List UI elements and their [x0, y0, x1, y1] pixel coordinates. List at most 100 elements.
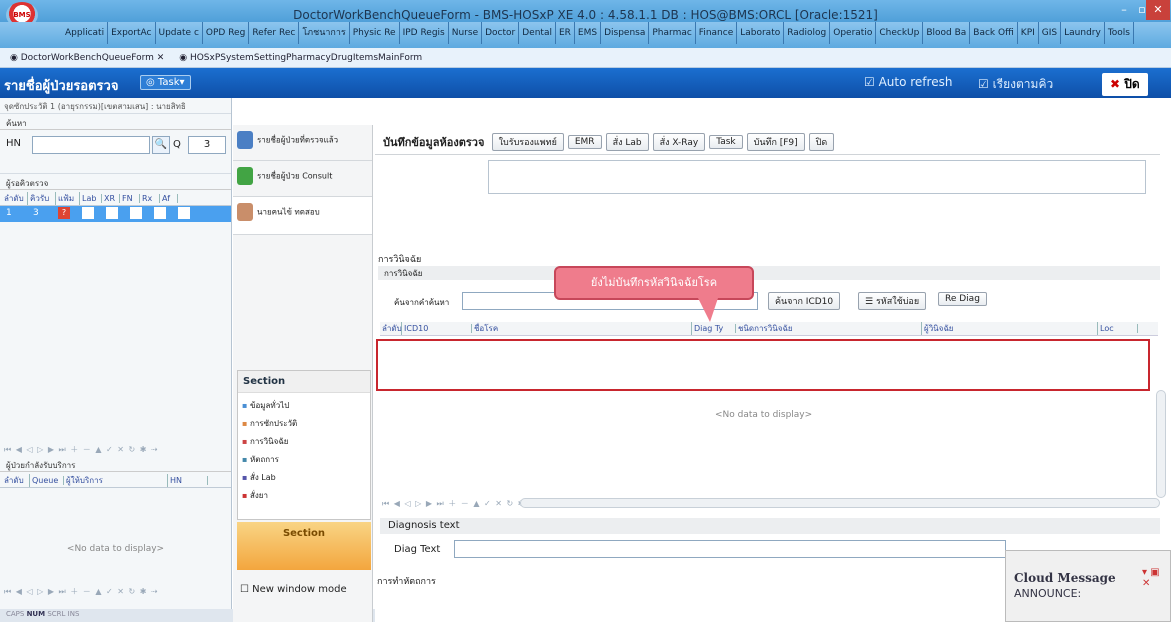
menu-item-3[interactable]: OPD Reg — [203, 22, 250, 44]
menu-item-9[interactable]: Doctor — [482, 22, 520, 44]
patient-item[interactable]: นายคนไข้ ทดสอบ — [233, 197, 372, 235]
certificate-button[interactable]: ใบรับรองแพทย์ — [491, 133, 564, 151]
column-header[interactable]: ICD10 — [402, 324, 472, 333]
menu-item-17[interactable]: Radiolog — [784, 22, 831, 44]
close-window-button[interactable]: ✕ — [1146, 0, 1170, 20]
rediag-button[interactable]: Re Diag — [938, 292, 987, 306]
menu-item-18[interactable]: Operatio — [830, 22, 877, 44]
order-xray-button[interactable]: สั่ง X-Ray — [652, 133, 706, 151]
menu-item-16[interactable]: Laborato — [737, 22, 785, 44]
horizontal-scrollbar[interactable] — [520, 498, 1160, 508]
column-header[interactable]: ชนิดการวินิจฉัย — [736, 322, 922, 335]
grid-navigator-2[interactable]: ⏮ ◀ ◁ ▷ ▶ ⏭ ＋ － ▲ ✓ ✕ ↻ ✱ ⇢ — [4, 586, 159, 597]
menu-item-23[interactable]: GIS — [1039, 22, 1062, 44]
consult-list-item[interactable]: รายชื่อผู้ป่วย Consult — [233, 161, 372, 197]
diag-text-input[interactable] — [454, 540, 1006, 558]
column-header[interactable]: Lab — [80, 194, 102, 203]
fn-checkbox[interactable] — [130, 207, 142, 219]
menu-item-7[interactable]: IPD Regis — [400, 22, 449, 44]
exam-close-button[interactable]: ปิด — [808, 133, 835, 151]
section-item[interactable]: ▪ ข้อมูลทั่วไป — [238, 397, 370, 415]
column-header[interactable]: XR — [102, 194, 120, 203]
xr-checkbox[interactable] — [106, 207, 118, 219]
diagnosis-subheader: การวินิจฉัย — [378, 266, 1160, 280]
section-item[interactable]: ▪ สั่งยา — [238, 487, 370, 505]
menu-item-13[interactable]: Dispensa — [601, 22, 650, 44]
menu-item-15[interactable]: Finance — [696, 22, 738, 44]
order-lab-button[interactable]: สั่ง Lab — [605, 133, 649, 151]
search-icd-button[interactable]: ค้นจาก ICD10 — [768, 292, 841, 310]
menu-item-19[interactable]: CheckUp — [876, 22, 924, 44]
search-icon[interactable]: 🔍 — [152, 136, 170, 154]
section-item[interactable]: ▪ การวินิจฉัย — [238, 433, 370, 451]
served-header: ผู้ป่วยกำลังรับบริการ — [0, 456, 231, 472]
new-window-checkbox[interactable]: ☐ New window mode — [240, 584, 347, 595]
column-header[interactable]: ลำดับ — [2, 192, 28, 205]
column-header[interactable]: Loc — [1098, 324, 1138, 333]
column-header[interactable]: ลำดับ — [2, 474, 30, 487]
lab-checkbox[interactable] — [82, 207, 94, 219]
common-code-button[interactable]: ☰ รหัสใช้บ่อย — [858, 292, 927, 310]
section-footer[interactable]: Section — [237, 522, 371, 570]
column-header[interactable]: คิวรับ — [28, 192, 56, 205]
section-title: Section — [238, 371, 370, 393]
emr-button[interactable]: EMR — [567, 135, 602, 149]
column-header[interactable]: Af — [160, 194, 178, 203]
menu-item-12[interactable]: EMS — [575, 22, 602, 44]
section-item[interactable]: ▪ การซักประวัติ — [238, 415, 370, 433]
column-header[interactable]: ชื่อโรค — [472, 322, 692, 335]
menu-item-2[interactable]: Update c — [156, 22, 203, 44]
vertical-scrollbar[interactable] — [1156, 390, 1166, 498]
common-code-label: รหัสใช้บ่อย — [875, 297, 920, 307]
notes-textarea[interactable] — [488, 160, 1146, 194]
menu-item-10[interactable]: Dental — [519, 22, 556, 44]
menu-item-4[interactable]: Refer Rec — [249, 22, 300, 44]
menu-item-22[interactable]: KPI — [1018, 22, 1039, 44]
cloud-close-icon[interactable]: ▾ ▣ ✕ — [1142, 567, 1170, 589]
menu-item-20[interactable]: Blood Ba — [923, 22, 971, 44]
save-button[interactable]: บันทึก [F9] — [746, 133, 805, 151]
callout-tail — [698, 298, 718, 322]
column-header[interactable]: HN — [168, 476, 208, 485]
cloud-message-panel: Cloud Message ANNOUNCE: ▾ ▣ ✕ — [1005, 550, 1171, 622]
column-header[interactable]: แฟ้ม — [56, 192, 80, 205]
sort-queue-checkbox[interactable]: ☑ เรียงตามคิว — [978, 75, 1053, 94]
grid-navigator[interactable]: ⏮ ◀ ◁ ▷ ▶ ⏭ ＋ － ▲ ✓ ✕ ↻ ✱ ⇢ — [4, 444, 159, 455]
menu-item-5[interactable]: โภชนาการ — [299, 22, 350, 44]
task-button[interactable]: ◎ Task▾ — [140, 75, 191, 90]
examined-list-item[interactable]: รายชื่อผู้ป่วยที่ตรวจแล้ว — [233, 125, 372, 161]
tab-doctor-workbench[interactable]: ◉ DoctorWorkBenchQueueForm ✕ — [4, 48, 170, 68]
column-header[interactable]: ผู้วินิจฉัย — [922, 322, 1098, 335]
auto-refresh-checkbox[interactable]: ☑ Auto refresh — [864, 75, 952, 89]
column-header[interactable]: Diag Ty — [692, 324, 736, 333]
tab-pharmacy-settings[interactable]: ◉ HOSxPSystemSettingPharmacyDrugItemsMai… — [173, 48, 428, 68]
af-checkbox[interactable] — [178, 207, 190, 219]
column-header[interactable]: Rx — [140, 194, 160, 203]
q-input[interactable]: 3 — [188, 136, 226, 154]
section-item[interactable]: ▪ สั่ง Lab — [238, 469, 370, 487]
table-row[interactable]: 1 3 ? — [0, 206, 231, 222]
menu-item-24[interactable]: Laundry — [1061, 22, 1105, 44]
diagnosis-icon: ▪ — [242, 437, 250, 446]
document-tabs: ◉ DoctorWorkBenchQueueForm ✕ ◉ HOSxPSyst… — [0, 48, 1171, 68]
rx-checkbox[interactable] — [154, 207, 166, 219]
column-header[interactable]: ลำดับ — [380, 322, 402, 335]
column-header[interactable]: ผู้ให้บริการ — [64, 474, 168, 487]
section-item[interactable]: ▪ หัตถการ — [238, 451, 370, 469]
column-header[interactable]: FN — [120, 194, 140, 203]
menu-item-0[interactable]: Applicati — [62, 22, 109, 44]
menu-item-25[interactable]: Tools — [1105, 22, 1134, 44]
menu-item-6[interactable]: Physic Re — [350, 22, 400, 44]
column-header[interactable]: Queue — [30, 476, 64, 485]
close-button[interactable]: ✖ ปิด — [1102, 73, 1148, 96]
menu-item-8[interactable]: Nurse — [449, 22, 483, 44]
tab-label: HOSxPSystemSettingPharmacyDrugItemsMainF… — [189, 53, 423, 63]
menu-item-11[interactable]: ER — [556, 22, 575, 44]
menu-item-14[interactable]: Pharmac — [649, 22, 696, 44]
exam-task-button[interactable]: Task — [709, 135, 743, 149]
ins-indicator: INS — [67, 610, 80, 618]
auto-refresh-label: Auto refresh — [878, 75, 953, 89]
menu-item-21[interactable]: Back Offi — [970, 22, 1018, 44]
menu-item-1[interactable]: ExportAc — [108, 22, 156, 44]
hn-input[interactable] — [32, 136, 150, 154]
